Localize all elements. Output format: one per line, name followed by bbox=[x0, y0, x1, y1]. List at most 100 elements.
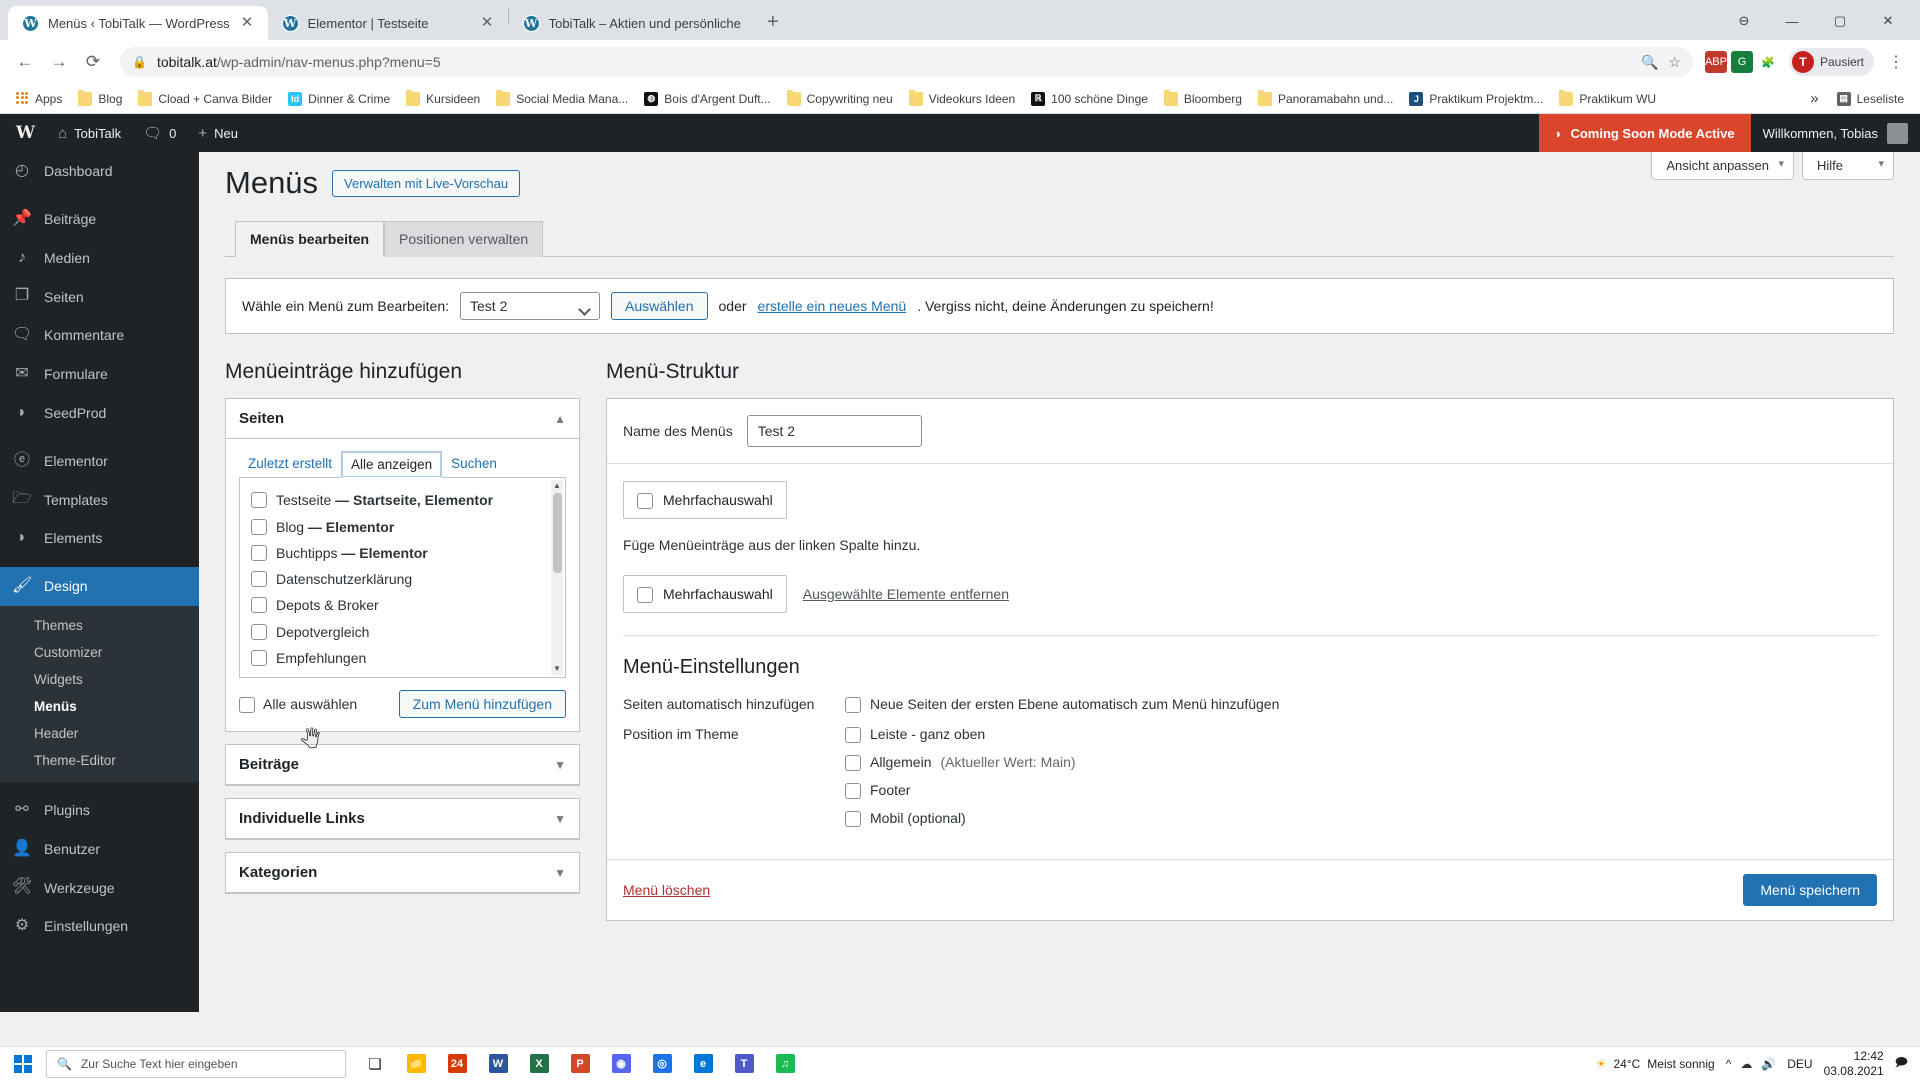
tab-suchen[interactable]: Suchen bbox=[442, 451, 506, 477]
select-menu-button[interactable]: Auswählen bbox=[611, 292, 708, 321]
bookmark-star-icon[interactable]: ☆ bbox=[1668, 54, 1681, 71]
back-icon[interactable]: ← bbox=[10, 47, 40, 77]
list-item[interactable]: Depotvergleich bbox=[251, 619, 554, 645]
weather-widget[interactable]: ☀ 24°C Meist sonnig bbox=[1596, 1057, 1715, 1071]
list-item[interactable]: Depots & Broker bbox=[251, 592, 554, 618]
profile-button[interactable]: T Pausiert bbox=[1788, 48, 1874, 76]
puzzle-extension-icon[interactable]: 🧩 bbox=[1757, 51, 1779, 73]
menu-name-input[interactable] bbox=[746, 415, 922, 448]
tab-close-icon[interactable]: ✕ bbox=[479, 15, 496, 32]
discord-icon[interactable]: ◉ bbox=[602, 1049, 640, 1079]
bookmark-100-schoene-dinge[interactable]: ℝ 100 schöne Dinge bbox=[1024, 89, 1155, 109]
onedrive-icon[interactable]: ☁ bbox=[1740, 1057, 1752, 1071]
sidebar-item-elements[interactable]: ◗ Elements bbox=[0, 519, 199, 558]
start-button[interactable] bbox=[0, 1054, 46, 1073]
spotify-icon[interactable]: ♫ bbox=[766, 1049, 804, 1079]
chevron-up-icon[interactable]: ▲ bbox=[554, 412, 566, 426]
tray-overflow-icon[interactable]: ^ bbox=[1726, 1057, 1732, 1071]
checkbox[interactable] bbox=[251, 518, 267, 535]
powerpoint-icon[interactable]: P bbox=[561, 1049, 599, 1079]
clock[interactable]: 12:42 03.08.2021 bbox=[1824, 1049, 1884, 1079]
location-mobil[interactable]: Mobil (optional) bbox=[845, 809, 1076, 828]
screen-options-button[interactable]: Ansicht anpassen bbox=[1651, 152, 1794, 180]
sidebar-item-werkzeuge[interactable]: 🛠 Werkzeuge bbox=[0, 868, 199, 907]
pages-list-scrollbar[interactable]: ▲ ▼ bbox=[551, 480, 563, 676]
address-bar[interactable]: 🔒 tobitalk.at/wp-admin/nav-menus.php?men… bbox=[120, 47, 1693, 77]
coming-soon-badge[interactable]: ◗ Coming Soon Mode Active bbox=[1538, 114, 1751, 152]
scrollbar-thumb[interactable] bbox=[552, 493, 562, 574]
categories-metabox-header[interactable]: Kategorien ▼ bbox=[226, 853, 579, 894]
sidebar-subitem-header[interactable]: Header bbox=[0, 720, 199, 747]
bookmark-dinner-crime[interactable]: Id Dinner & Crime bbox=[281, 89, 397, 109]
bulk-select-top[interactable]: Mehrfachauswahl bbox=[623, 481, 787, 520]
tab-menus-bearbeiten[interactable]: Menüs bearbeiten bbox=[235, 221, 385, 258]
bookmark-apps[interactable]: Apps bbox=[8, 89, 69, 109]
bookmark-videokurs[interactable]: Videokurs Ideen bbox=[902, 89, 1023, 109]
wp-logo-icon[interactable]: W bbox=[0, 114, 47, 152]
window-minimize-button[interactable]: — bbox=[1770, 6, 1814, 36]
sidebar-item-seiten[interactable]: ❐ Seiten bbox=[0, 277, 199, 316]
bookmark-blog[interactable]: Blog bbox=[71, 89, 129, 109]
site-name-link[interactable]: ⌂ TobiTalk bbox=[47, 114, 132, 152]
language-indicator[interactable]: DEU bbox=[1787, 1057, 1812, 1071]
chevron-down-icon[interactable]: ▼ bbox=[554, 758, 566, 772]
browser-tab-0[interactable]: W Menüs ‹ TobiTalk — WordPress ✕ bbox=[8, 6, 268, 40]
reading-list-button[interactable]: ▤ Leseliste bbox=[1829, 89, 1912, 109]
location-leiste-ganz-oben[interactable]: Leiste - ganz oben bbox=[845, 725, 1076, 744]
file-explorer-icon[interactable]: 📁 bbox=[397, 1049, 435, 1079]
bookmark-bois-dargent[interactable]: ◍ Bois d'Argent Duft... bbox=[637, 89, 777, 109]
sidebar-item-dashboard[interactable]: ◴ Dashboard bbox=[0, 152, 199, 191]
abp-extension-icon[interactable]: ABP bbox=[1704, 51, 1727, 73]
edge-icon[interactable]: e bbox=[684, 1049, 722, 1079]
comments-link[interactable]: 🗨 0 bbox=[132, 114, 187, 152]
task-view-icon[interactable]: ❏ bbox=[356, 1049, 394, 1079]
sidebar-item-formulare[interactable]: ✉ Formulare bbox=[0, 355, 199, 394]
save-menu-button[interactable]: Menü speichern bbox=[1743, 874, 1877, 907]
bookmark-cloud-canva[interactable]: Cload + Canva Bilder bbox=[131, 89, 279, 109]
menu-select[interactable]: Test 2 bbox=[460, 292, 600, 321]
location-footer[interactable]: Footer bbox=[845, 781, 1076, 800]
list-item[interactable]: Empfehlungen bbox=[251, 645, 554, 671]
word-icon[interactable]: W bbox=[479, 1049, 517, 1079]
checkbox[interactable] bbox=[239, 697, 255, 714]
sidebar-subitem-themes[interactable]: Themes bbox=[0, 612, 199, 639]
grammar-extension-icon[interactable]: G bbox=[1730, 51, 1753, 73]
reload-icon[interactable]: ⟳ bbox=[78, 47, 108, 77]
checkbox[interactable] bbox=[845, 727, 861, 744]
sidebar-item-seedprod[interactable]: ◗ SeedProd bbox=[0, 394, 199, 433]
bookmark-bloomberg[interactable]: Bloomberg bbox=[1157, 89, 1249, 109]
bookmark-praktikum-wu[interactable]: Praktikum WU bbox=[1552, 89, 1663, 109]
tab-alle-anzeigen[interactable]: Alle anzeigen bbox=[341, 451, 443, 479]
checkbox[interactable] bbox=[251, 492, 267, 509]
bookmark-social-media[interactable]: Social Media Mana... bbox=[489, 89, 635, 109]
sidebar-item-elementor[interactable]: ⓔ Elementor bbox=[0, 442, 199, 481]
checkbox[interactable] bbox=[251, 597, 267, 614]
sidebar-item-beitraege[interactable]: 📌 Beiträge bbox=[0, 200, 199, 239]
bookmark-kursideen[interactable]: Kursideen bbox=[399, 89, 487, 109]
remove-selected-link[interactable]: Ausgewählte Elemente entfernen bbox=[803, 586, 1009, 602]
bulk-select-bottom[interactable]: Mehrfachauswahl bbox=[623, 575, 787, 614]
scroll-down-icon[interactable]: ▼ bbox=[553, 663, 561, 675]
checkbox[interactable] bbox=[845, 697, 861, 714]
forward-icon[interactable]: → bbox=[44, 47, 74, 77]
list-item[interactable]: Buchtipps — Elementor bbox=[251, 540, 554, 566]
checkbox[interactable] bbox=[251, 544, 267, 561]
sidebar-subitem-theme-editor[interactable]: Theme-Editor bbox=[0, 747, 199, 774]
sidebar-item-design[interactable]: 🖌 Design bbox=[0, 566, 199, 606]
checkbox[interactable] bbox=[251, 571, 267, 588]
bookmark-praktikum-projektm[interactable]: J Praktikum Projektm... bbox=[1402, 89, 1550, 109]
bookmark-copywriting[interactable]: Copywriting neu bbox=[780, 89, 900, 109]
calendar-icon[interactable]: 24 bbox=[438, 1049, 476, 1079]
checkbox[interactable] bbox=[845, 755, 861, 772]
sidebar-item-medien[interactable]: ♪ Medien bbox=[0, 239, 199, 278]
window-close-button[interactable]: ✕ bbox=[1866, 6, 1910, 36]
window-maximize-button[interactable]: ▢ bbox=[1818, 6, 1862, 36]
select-all-control[interactable]: Alle auswählen bbox=[239, 695, 357, 714]
chevron-down-icon[interactable]: ▼ bbox=[554, 866, 566, 880]
custom-links-metabox-header[interactable]: Individuelle Links ▼ bbox=[226, 799, 579, 840]
checkbox[interactable] bbox=[637, 493, 653, 510]
list-item[interactable]: Testseite — Startseite, Elementor bbox=[251, 487, 554, 513]
checkbox[interactable] bbox=[251, 650, 267, 667]
browser-tab-2[interactable]: W TobiTalk – Aktien und persönliche bbox=[509, 6, 753, 40]
auto-add-checkbox-row[interactable]: Neue Seiten der ersten Ebene automatisch… bbox=[845, 695, 1279, 714]
